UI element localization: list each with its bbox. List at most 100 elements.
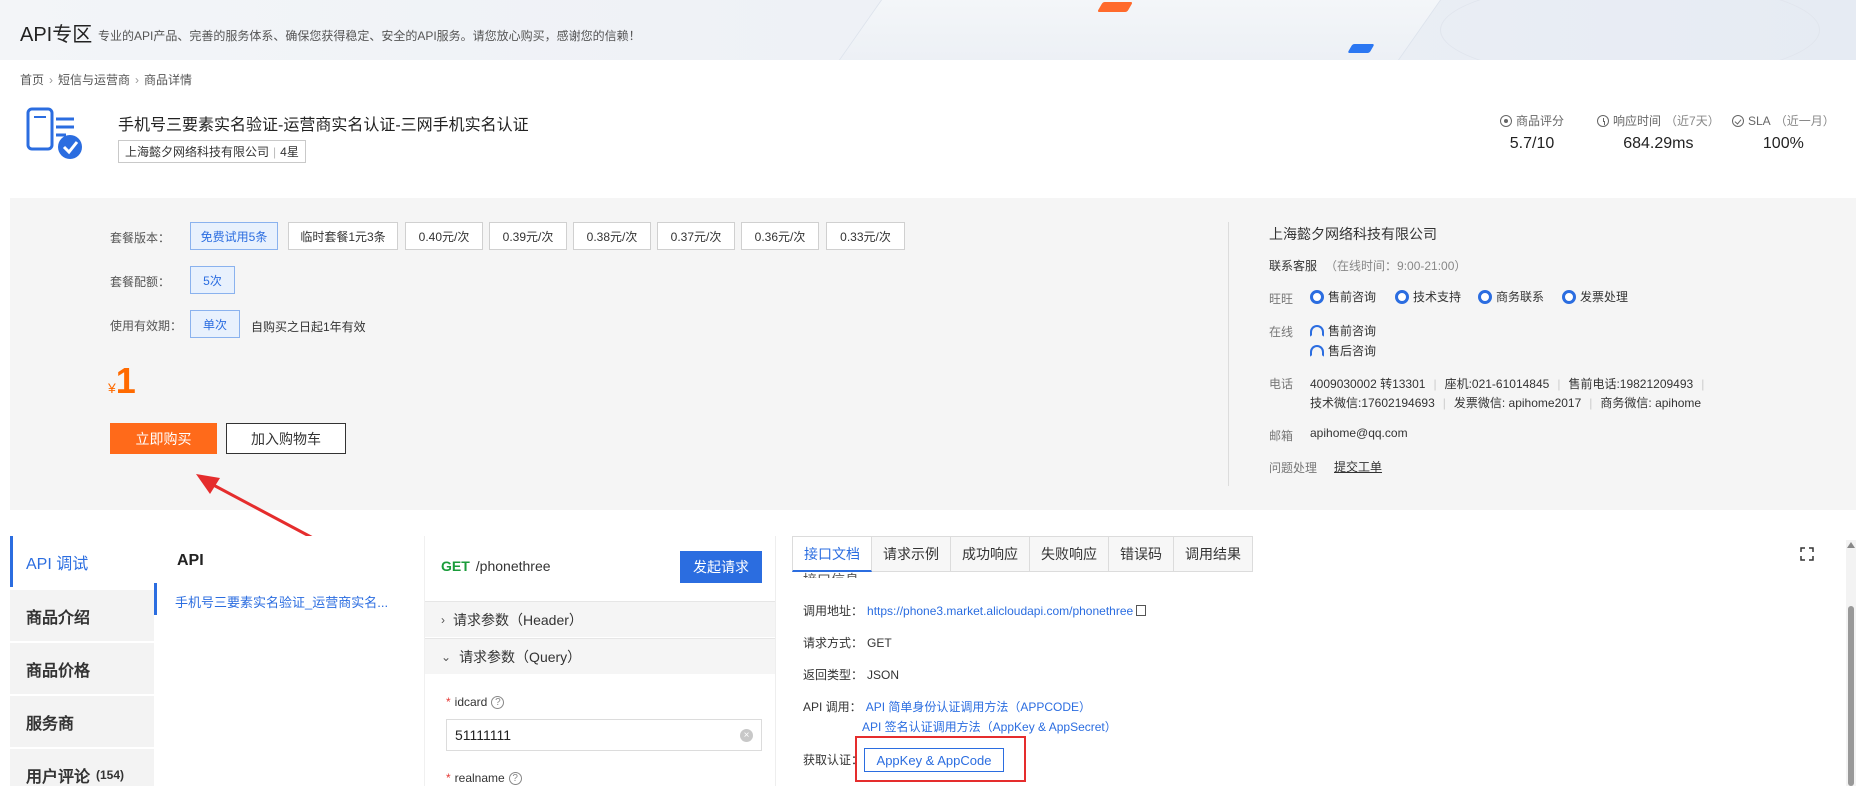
buy-now-button[interactable]: 立即购买 [110, 423, 217, 454]
tech-wechat: 技术微信:17602194693 [1310, 396, 1435, 410]
mail-address: apihome@qq.com [1310, 426, 1408, 440]
chip-label: 售前咨询 [1328, 324, 1377, 338]
phone-number: 4009030002 转13301 [1310, 377, 1426, 391]
side-nav-user-reviews[interactable]: 用户评论 (154) [10, 749, 154, 786]
breadcrumb-separator: › [49, 73, 54, 87]
side-nav-provider[interactable]: 服务商 [10, 696, 154, 747]
version-option[interactable]: 0.40元/次 [405, 222, 483, 250]
version-label: 套餐版本： [110, 231, 171, 245]
required-marker: * [446, 695, 451, 709]
wangwang-label: 旺旺 [1269, 292, 1294, 306]
param-name: idcard [454, 695, 488, 709]
online-presales[interactable]: 售前咨询 [1310, 322, 1376, 339]
api-list-panel: API [154, 536, 424, 786]
quota-option[interactable]: 5次 [190, 266, 235, 294]
help-icon[interactable]: ? [508, 771, 522, 785]
version-option[interactable]: 0.36元/次 [741, 222, 819, 250]
validity-option[interactable]: 单次 [190, 310, 240, 338]
param-idcard-label: * idcard? [446, 695, 505, 709]
appkey-doc-link[interactable]: API 签名认证调用方法（AppKey & AppSecret） [862, 718, 1117, 735]
chevron-down-icon: ⌄ [441, 649, 452, 664]
clock-icon [1597, 114, 1609, 127]
version-option[interactable]: 免费试用5条 [190, 222, 278, 250]
side-nav-product-price[interactable]: 商品价格 [10, 643, 154, 694]
scroll-up-icon[interactable] [1847, 542, 1855, 548]
appcode-doc-link[interactable]: API 简单身份认证调用方法（APPCODE） [866, 700, 1091, 714]
vendor-tag[interactable]: 上海懿夕网络科技有限公司 | 4星 [118, 140, 306, 163]
fullscreen-icon[interactable] [1800, 547, 1814, 561]
tab-request-example[interactable]: 请求示例 [872, 536, 951, 572]
tab-call-result[interactable]: 调用结果 [1174, 536, 1253, 572]
api-url-link[interactable]: https://phone3.market.alicloudapi.com/ph… [867, 604, 1133, 618]
breadcrumb-home[interactable]: 首页 [20, 73, 44, 87]
doc-tabs: 接口文档 请求示例 成功响应 失败响应 错误码 调用结果 [792, 536, 1253, 572]
required-marker: * [446, 771, 451, 785]
nav-label: API 调试 [26, 555, 89, 573]
version-option[interactable]: 0.37元/次 [657, 222, 735, 250]
version-option[interactable]: 0.33元/次 [826, 222, 905, 250]
input-value: 51111111 [455, 727, 512, 743]
version-option[interactable]: 0.39元/次 [489, 222, 567, 250]
wangwang-invoice[interactable]: 发票处理 [1562, 288, 1628, 305]
headset-icon [1310, 324, 1324, 337]
request-method: GET [441, 558, 470, 574]
side-nav-product-intro[interactable]: 商品介绍 [10, 590, 154, 641]
stat-label: SLA [1748, 113, 1771, 128]
wangwang-business[interactable]: 商务联系 [1478, 288, 1544, 305]
add-to-cart-button[interactable]: 加入购物车 [226, 423, 346, 454]
stat-value: 100% [1762, 135, 1804, 152]
tab-api-doc[interactable]: 接口文档 [792, 536, 872, 572]
tab-failure-response[interactable]: 失败响应 [1030, 536, 1109, 572]
chip-label: 发票处理 [1580, 290, 1629, 304]
header-banner: API专区 专业的API产品、完善的服务体系、确保您获得稳定、安全的API服务。… [0, 0, 1856, 60]
phone-label: 电话 [1269, 377, 1294, 391]
page-description: 专业的API产品、完善的服务体系、确保您获得稳定、安全的API服务。请您放心购买… [98, 29, 641, 43]
quota-label: 套餐配额： [110, 275, 171, 289]
phone-line-2: 技术微信:17602194693 | 发票微信: apihome2017 | 商务微信:… [1310, 396, 1702, 410]
vendor-name[interactable]: 上海懿夕网络科技有限公司 [125, 145, 269, 159]
chevron-right-icon: › [441, 612, 445, 627]
wangwang-icon [1310, 289, 1324, 304]
help-icon[interactable]: ? [491, 695, 505, 709]
header-params-section[interactable]: › 请求参数（Header） [425, 601, 775, 637]
online-aftersales[interactable]: 售后咨询 [1310, 342, 1376, 359]
clear-icon[interactable]: × [740, 729, 753, 742]
doc-url-row: 调用地址： https://phone3.market.alicloudapi.c… [803, 602, 1147, 619]
tab-error-code[interactable]: 错误码 [1109, 536, 1174, 572]
stat-label: 响应时间 [1613, 114, 1662, 128]
version-option[interactable]: 临时套餐1元3条 [288, 222, 398, 250]
version-option[interactable]: 0.38元/次 [573, 222, 651, 250]
phone-verify-icon [26, 107, 82, 159]
doc-return-row: 返回类型： JSON [803, 666, 899, 683]
panel-divider [1228, 222, 1229, 486]
section-label: 请求参数（Query） [459, 648, 582, 665]
api-list-item-label[interactable]: 手机号三要素实名验证_运营商实名... [175, 592, 388, 611]
scrollbar-thumb[interactable] [1848, 606, 1854, 786]
breadcrumb: 首页 › 短信与运营商 › 商品详情 [20, 71, 192, 88]
side-nav-api-debug[interactable]: API 调试 [10, 536, 154, 587]
issue-label: 问题处理 [1269, 461, 1318, 475]
chip-label: 售前咨询 [1328, 290, 1377, 304]
purchase-panel [10, 198, 1856, 510]
business-wechat: 商务微信: apihome [1600, 396, 1702, 410]
breadcrumb-category[interactable]: 短信与运营商 [58, 73, 130, 87]
nav-label: 用户评论 [26, 768, 91, 786]
send-request-button[interactable]: 发起请求 [680, 551, 762, 583]
wangwang-presales[interactable]: 售前咨询 [1310, 288, 1376, 305]
query-params-section[interactable]: ⌄ 请求参数（Query） [425, 638, 775, 674]
doc-call-row: API 调用： API 简单身份认证调用方法（APPCODE） [803, 698, 1091, 715]
wangwang-icon [1562, 289, 1576, 304]
stat-label: 商品评分 [1516, 114, 1565, 128]
banner-decoration [1097, 2, 1133, 12]
annotation-highlight-box [855, 736, 1026, 782]
review-count: (154) [96, 767, 125, 782]
tab-success-response[interactable]: 成功响应 [951, 536, 1030, 572]
stat-hint: （近一月） [1774, 114, 1835, 128]
idcard-input[interactable]: 51111111 × [446, 719, 762, 751]
wangwang-tech-support[interactable]: 技术支持 [1395, 288, 1461, 305]
doc-key: API 调用： [803, 700, 862, 714]
doc-key: 返回类型： [803, 668, 864, 682]
doc-scrollbar[interactable] [1846, 540, 1856, 786]
copy-icon[interactable] [1136, 605, 1147, 616]
submit-ticket-link[interactable]: 提交工单 [1334, 458, 1382, 475]
